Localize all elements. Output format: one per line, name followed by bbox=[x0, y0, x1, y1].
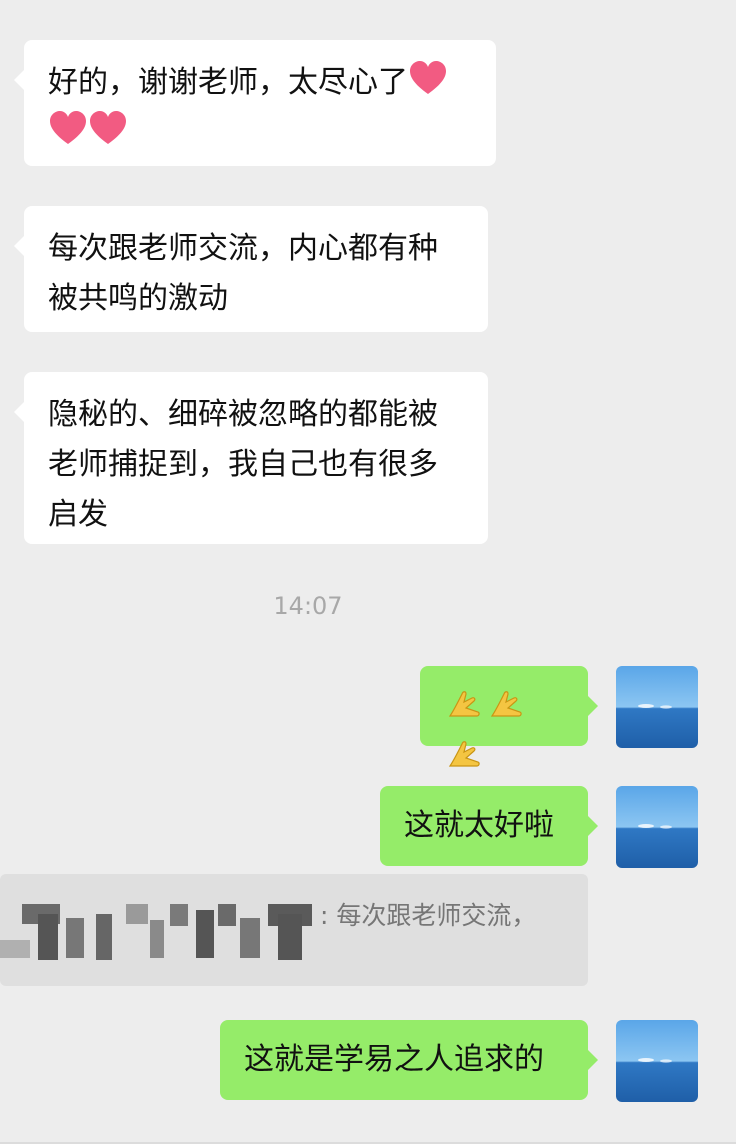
incoming-message-1[interactable]: 好的，谢谢老师，太尽心了 bbox=[14, 40, 496, 166]
incoming-message-2[interactable]: 每次跟老师交流，内心都有种被共鸣的激动 bbox=[14, 206, 488, 332]
quote-text: : 每次跟老师交流， bbox=[320, 901, 537, 930]
message-text: 这就是学易之人追求的 bbox=[244, 1042, 544, 1077]
red-heart-icon bbox=[90, 111, 126, 144]
message-text: 隐秘的、细碎被忽略的都能被老师捕捉到，我自己也有很多启发 bbox=[48, 397, 438, 532]
message-text: 每次跟老师交流，内心都有种被共鸣的激动 bbox=[48, 231, 438, 316]
ocean-avatar-image bbox=[616, 786, 698, 868]
message-text: 这就太好啦 bbox=[404, 808, 554, 843]
outgoing-message-2[interactable]: 这就太好啦 bbox=[380, 786, 598, 866]
timestamp: 14:07 bbox=[273, 592, 343, 620]
avatar[interactable] bbox=[616, 786, 698, 868]
chat-window: 好的，谢谢老师，太尽心了 每次跟老师交流，内心都有种被共鸣的激动 隐秘的、细碎被… bbox=[0, 0, 736, 1144]
quoted-message[interactable]: : 每次跟老师交流， bbox=[0, 874, 588, 986]
avatar[interactable] bbox=[616, 666, 698, 748]
ocean-avatar-image bbox=[616, 666, 698, 748]
red-heart-icon bbox=[50, 111, 86, 144]
pray-icon bbox=[490, 691, 522, 717]
incoming-message-3[interactable]: 隐秘的、细碎被忽略的都能被老师捕捉到，我自己也有很多启发 bbox=[14, 372, 488, 544]
pray-icon bbox=[448, 741, 480, 767]
red-heart-icon bbox=[410, 61, 446, 94]
avatar[interactable] bbox=[616, 1020, 698, 1102]
ocean-avatar-image bbox=[616, 1020, 698, 1102]
outgoing-message-3[interactable]: 这就是学易之人追求的 bbox=[220, 1020, 598, 1100]
blurred-sender-name bbox=[0, 904, 312, 960]
outgoing-message-1[interactable] bbox=[420, 666, 598, 767]
pray-icon bbox=[448, 691, 480, 717]
message-text: 好的，谢谢老师，太尽心了 bbox=[48, 65, 408, 100]
